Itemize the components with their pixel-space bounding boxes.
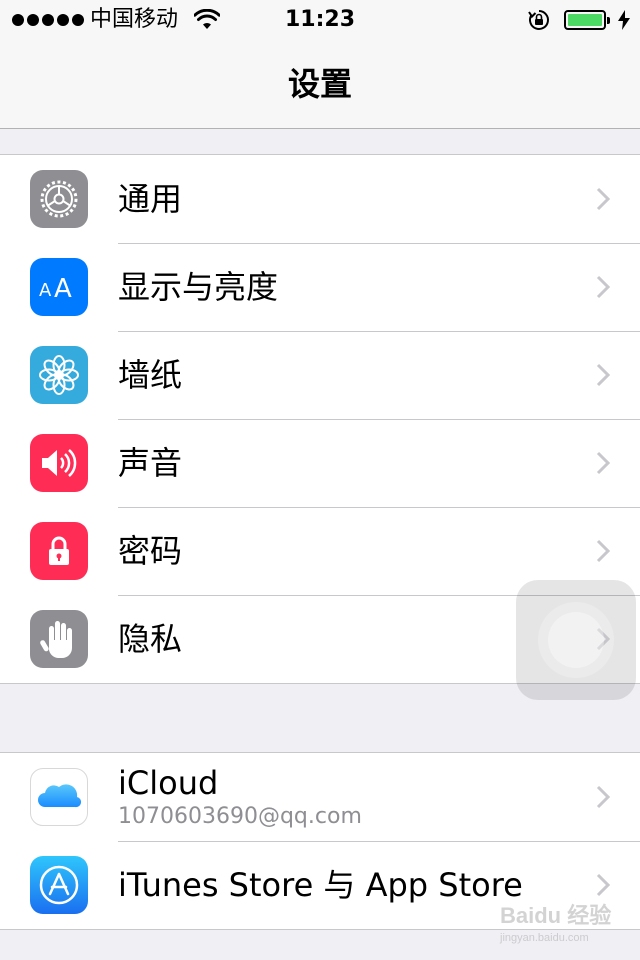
- navigation-bar: 设置: [0, 40, 640, 129]
- wallpaper-flower-icon: [30, 346, 88, 404]
- display-brightness-icon: A A: [30, 258, 88, 316]
- settings-row-general[interactable]: 通用: [0, 155, 640, 243]
- speaker-icon: [30, 434, 88, 492]
- rotation-lock-icon: [528, 10, 549, 30]
- icloud-account-email: 1070603690@qq.com: [118, 804, 362, 829]
- row-label-wallpaper: 墙纸: [118, 356, 183, 394]
- assistive-touch-button[interactable]: [516, 580, 636, 700]
- chevron-right-icon: [596, 785, 610, 809]
- chevron-right-icon: [596, 363, 610, 387]
- row-label-general: 通用: [118, 180, 183, 218]
- row-label-privacy: 隐私: [118, 620, 183, 658]
- row-label-icloud: iCloud: [118, 764, 219, 802]
- lock-icon: [30, 522, 88, 580]
- chevron-right-icon: [596, 451, 610, 475]
- svg-text:A: A: [39, 280, 52, 301]
- row-label-sounds: 声音: [118, 444, 183, 482]
- chevron-right-icon: [596, 539, 610, 563]
- gear-icon: [30, 170, 88, 228]
- svg-text:A: A: [54, 274, 72, 304]
- chevron-right-icon: [596, 187, 610, 211]
- row-label-itunes-app-store: iTunes Store 与 App Store: [118, 866, 523, 904]
- settings-row-icloud[interactable]: iCloud 1070603690@qq.com: [0, 753, 640, 841]
- watermark: Baidu 经验 jingyan.baidu.com: [500, 898, 630, 948]
- charging-bolt-icon: [618, 10, 630, 30]
- settings-row-wallpaper[interactable]: 墙纸: [0, 331, 640, 419]
- settings-row-display-brightness[interactable]: A A 显示与亮度: [0, 243, 640, 331]
- chevron-right-icon: [596, 873, 610, 897]
- page-title: 设置: [287, 65, 352, 103]
- hand-icon: [30, 610, 88, 668]
- watermark-url: jingyan.baidu.com: [500, 932, 589, 944]
- status-bar: 中国移动 11:23: [0, 0, 640, 40]
- app-store-icon: [30, 856, 88, 914]
- battery-icon: [564, 10, 610, 30]
- row-label-passcode: 密码: [118, 532, 183, 570]
- settings-row-sounds[interactable]: 声音: [0, 419, 640, 507]
- watermark-text: Baidu 经验: [500, 903, 612, 928]
- chevron-right-icon: [596, 275, 610, 299]
- icloud-icon: [30, 768, 88, 826]
- row-label-display-brightness: 显示与亮度: [118, 268, 279, 306]
